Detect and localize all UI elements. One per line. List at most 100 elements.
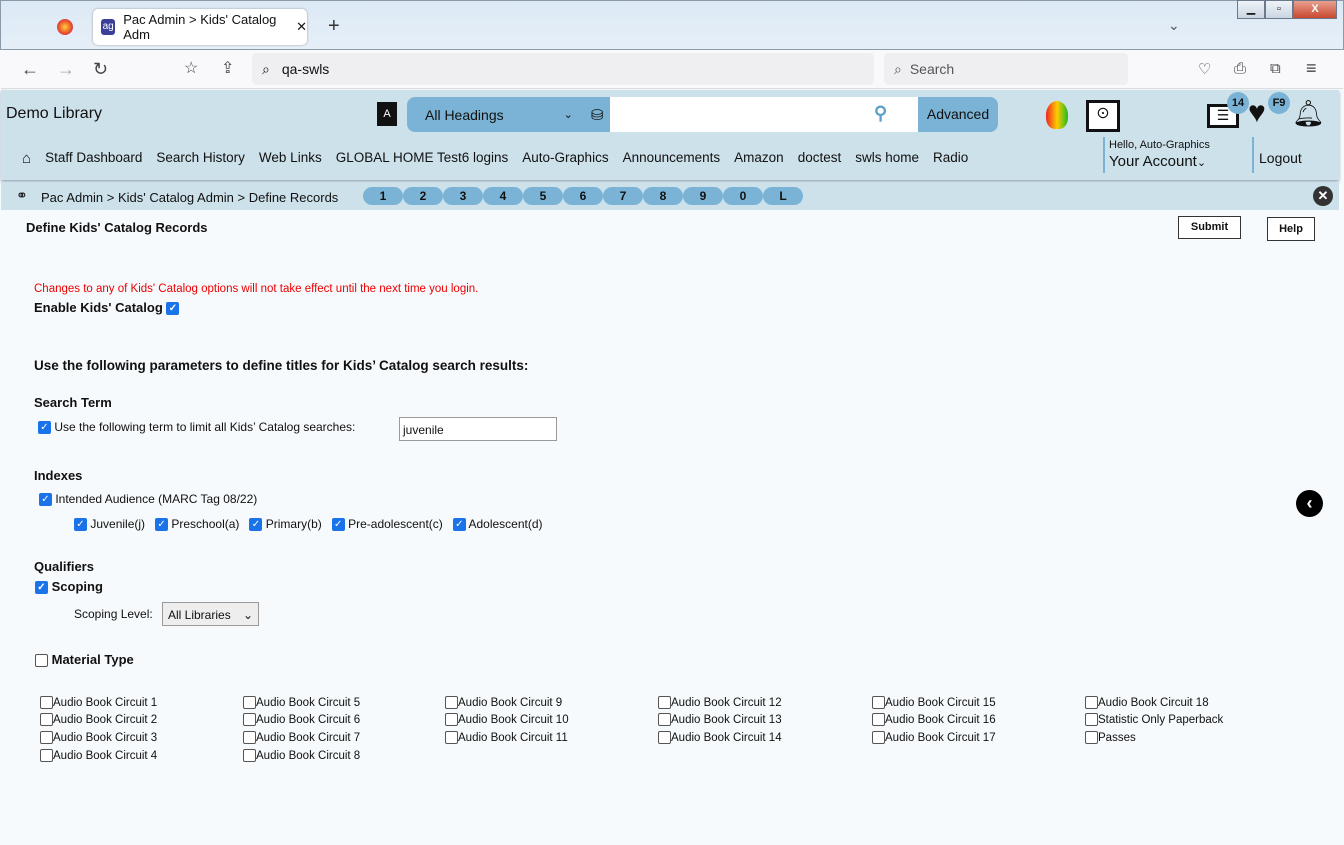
pill-5[interactable]: 5	[523, 187, 563, 205]
bell-icon[interactable]: 🔔︎	[1292, 98, 1325, 129]
material-checkbox[interactable]	[872, 713, 885, 726]
material-option[interactable]: Audio Book Circuit 9	[445, 696, 562, 709]
browser-search-input[interactable]: ⌕ Search	[884, 53, 1128, 85]
search-icon[interactable]: ⚲	[874, 103, 887, 124]
material-checkbox[interactable]	[1085, 731, 1098, 744]
pill-7[interactable]: 7	[603, 187, 643, 205]
menu-global-home[interactable]: GLOBAL HOME Test6 logins	[336, 150, 509, 167]
juvenile-checkbox[interactable]: ✓	[74, 518, 87, 532]
menu-staff-dashboard[interactable]: Staff Dashboard	[45, 150, 142, 167]
heart-icon[interactable]: ♥	[1248, 96, 1266, 130]
material-checkbox[interactable]	[872, 731, 885, 744]
pocket-icon[interactable]: ♡	[1198, 60, 1211, 78]
material-option[interactable]: Audio Book Circuit 4	[40, 749, 157, 762]
material-checkbox[interactable]	[40, 731, 53, 744]
material-option[interactable]: Audio Book Circuit 17	[872, 731, 996, 744]
close-tab-icon[interactable]: ✕	[296, 19, 307, 35]
menu-auto-graphics[interactable]: Auto-Graphics	[522, 150, 608, 167]
material-checkbox[interactable]	[1085, 713, 1098, 726]
pill-l[interactable]: L	[763, 187, 803, 205]
logout-link[interactable]: Logout	[1259, 150, 1302, 166]
advanced-search-button[interactable]: Advanced	[918, 97, 998, 132]
language-icon[interactable]: A	[377, 102, 397, 126]
material-checkbox[interactable]	[243, 713, 256, 726]
material-option[interactable]: Passes	[1085, 731, 1136, 744]
pill-9[interactable]: 9	[683, 187, 723, 205]
firefox-icon[interactable]	[57, 19, 73, 35]
print-icon[interactable]: ⎙	[1234, 60, 1246, 77]
material-checkbox[interactable]	[243, 696, 256, 709]
material-checkbox[interactable]	[658, 713, 671, 726]
breadcrumb[interactable]: Pac Admin > Kids' Catalog Admin > Define…	[41, 190, 338, 205]
material-option[interactable]: Audio Book Circuit 10	[445, 713, 569, 726]
pill-3[interactable]: 3	[443, 187, 483, 205]
pill-6[interactable]: 6	[563, 187, 603, 205]
bookmark-star-icon[interactable]: ☆	[184, 58, 198, 78]
material-option[interactable]: Audio Book Circuit 3	[40, 731, 157, 744]
menu-amazon[interactable]: Amazon	[734, 150, 784, 167]
menu-web-links[interactable]: Web Links	[259, 150, 322, 167]
tab-list-chevron-icon[interactable]: ⌄	[1168, 17, 1180, 34]
catalog-search-input[interactable]	[610, 97, 918, 132]
maximize-icon[interactable]: ▫	[1265, 0, 1293, 19]
material-option[interactable]: Audio Book Circuit 11	[445, 731, 568, 744]
home-icon[interactable]: ⌂	[22, 150, 31, 167]
material-checkbox[interactable]	[243, 749, 256, 762]
material-option[interactable]: Audio Book Circuit 1	[40, 696, 157, 709]
balloon-icon[interactable]	[1046, 101, 1068, 129]
material-option[interactable]: Audio Book Circuit 7	[243, 731, 360, 744]
material-option[interactable]: Audio Book Circuit 2	[40, 713, 157, 726]
share-icon[interactable]: ⇪	[221, 58, 234, 78]
reload-icon[interactable]: ↻	[93, 59, 108, 80]
collapse-panel-icon[interactable]: ‹	[1296, 490, 1323, 517]
new-tab-icon[interactable]: +	[328, 15, 340, 38]
menu-doctest[interactable]: doctest	[798, 150, 842, 167]
material-option[interactable]: Audio Book Circuit 16	[872, 713, 996, 726]
material-option[interactable]: Audio Book Circuit 18	[1085, 696, 1209, 709]
pill-2[interactable]: 2	[403, 187, 443, 205]
material-checkbox[interactable]	[658, 696, 671, 709]
material-option[interactable]: Audio Book Circuit 12	[658, 696, 782, 709]
material-checkbox[interactable]	[445, 713, 458, 726]
heading-select[interactable]: All Headings ⌄ ⛁	[407, 97, 607, 132]
back-icon[interactable]: ←	[21, 59, 39, 80]
adolescent-checkbox[interactable]: ✓	[452, 518, 466, 532]
material-checkbox[interactable]	[40, 713, 53, 726]
forward-icon[interactable]: →	[57, 59, 75, 80]
submit-button[interactable]: Submit	[1178, 216, 1241, 239]
material-checkbox[interactable]	[872, 696, 885, 709]
close-icon[interactable]: ✕	[1313, 186, 1333, 206]
material-checkbox[interactable]	[445, 696, 458, 709]
material-option[interactable]: Audio Book Circuit 6	[243, 713, 360, 726]
material-option[interactable]: Audio Book Circuit 8	[243, 749, 360, 762]
minimize-icon[interactable]: ▁	[1237, 0, 1265, 19]
material-checkbox[interactable]	[40, 696, 53, 709]
menu-announcements[interactable]: Announcements	[623, 150, 721, 167]
scoping-level-select[interactable]: All Libraries ⌄	[162, 602, 259, 626]
material-checkbox[interactable]	[658, 731, 671, 744]
material-checkbox[interactable]	[445, 731, 458, 744]
material-option[interactable]: Audio Book Circuit 5	[243, 696, 360, 709]
search-upload-icon[interactable]: ⊙	[1086, 100, 1120, 132]
pill-0[interactable]: 0	[723, 187, 763, 205]
pre-adolescent-checkbox[interactable]: ✓	[331, 518, 345, 532]
limit-term-input[interactable]: juvenile	[399, 417, 557, 441]
material-checkbox[interactable]	[1085, 696, 1098, 709]
intended-audience-checkbox[interactable]: ✓	[39, 493, 52, 507]
account-menu[interactable]: Your Account⌄	[1109, 153, 1206, 170]
menu-icon[interactable]: ≡	[1306, 58, 1317, 79]
material-checkbox[interactable]	[243, 731, 256, 744]
pill-1[interactable]: 1	[363, 187, 403, 205]
url-bar[interactable]: ⌕ qa-swls	[252, 53, 874, 85]
material-option[interactable]: Statistic Only Paperback	[1085, 713, 1223, 726]
menu-swls-home[interactable]: swls home	[855, 150, 919, 167]
enable-kids-catalog-checkbox[interactable]: ✓	[166, 302, 180, 316]
material-type-checkbox[interactable]	[35, 654, 48, 668]
material-option[interactable]: Audio Book Circuit 15	[872, 696, 996, 709]
menu-radio[interactable]: Radio	[933, 150, 968, 167]
menu-search-history[interactable]: Search History	[156, 150, 245, 167]
database-icon[interactable]: ⛁	[591, 106, 604, 124]
material-checkbox[interactable]	[40, 749, 53, 762]
window-close-icon[interactable]: X	[1293, 0, 1337, 19]
preschool-checkbox[interactable]: ✓	[155, 518, 169, 532]
